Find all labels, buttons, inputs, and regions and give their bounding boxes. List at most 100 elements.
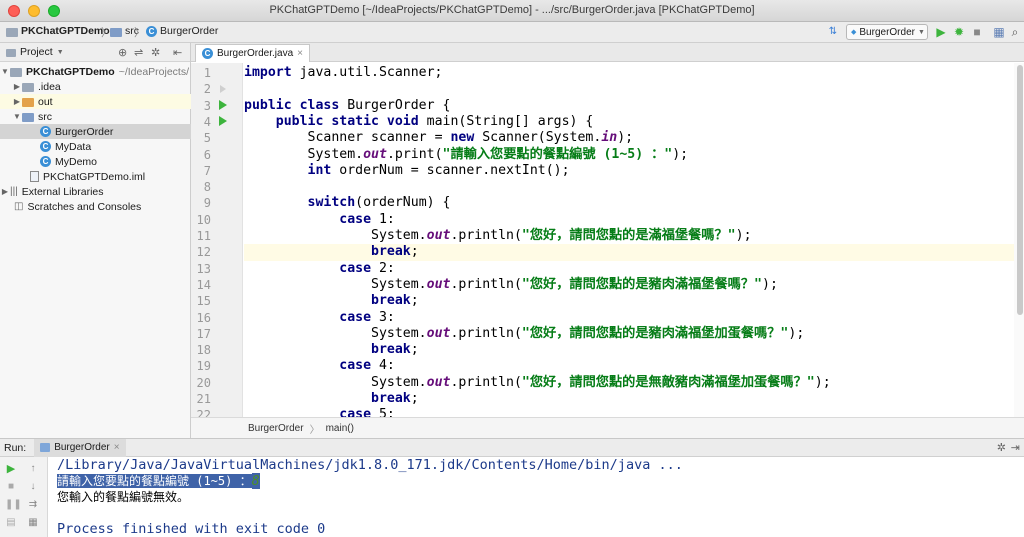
close-icon[interactable]: × xyxy=(297,48,303,59)
code-line-14: System.out.println("您好，請問您點的是豬肉滿福堡餐嗎？"); xyxy=(371,276,778,292)
line-number: 1 xyxy=(203,66,211,80)
rerun-icon[interactable]: ▶ xyxy=(5,463,17,475)
folder-blue-icon xyxy=(22,113,34,122)
hide-panel-icon[interactable]: ⇥ xyxy=(1011,441,1020,454)
hide-panel-icon[interactable]: ⇤ xyxy=(173,46,182,59)
code-line-3: public class BurgerOrder { xyxy=(244,97,451,113)
fold-icon[interactable] xyxy=(220,85,226,93)
line-number: 16 xyxy=(196,310,211,325)
locate-icon[interactable]: ⊕ xyxy=(118,46,127,59)
folder-icon xyxy=(22,83,34,92)
code-line-7: int orderNum = scanner.nextInt(); xyxy=(307,162,570,178)
config-icon: ◆ xyxy=(851,29,857,36)
tree-item-burgerorder[interactable]: C BurgerOrder xyxy=(0,124,191,139)
line-number: 17 xyxy=(196,326,211,341)
code-line-6: System.out.print("請輸入您要點的餐點編號 (1~5) ："); xyxy=(307,146,689,162)
code-line-22: case 5: xyxy=(339,407,395,417)
tree-item-scratches[interactable]: ◫ Scratches and Consoles xyxy=(0,199,191,214)
run-main-gutter-icon[interactable] xyxy=(219,116,227,126)
dump-threads-icon[interactable]: ▤ xyxy=(5,517,17,529)
tab-burgerorder-java[interactable]: C BurgerOrder.java × xyxy=(195,44,310,62)
line-number: 20 xyxy=(196,375,211,390)
editor-scrollbar-thumb[interactable] xyxy=(1017,65,1023,315)
folder-icon xyxy=(6,27,18,37)
project-panel: Project ▼ ⊕ ⇌ ✲ ⇤ ▼ PKChatGPTDemo ~/Idea… xyxy=(0,43,191,438)
console-output[interactable]: /Library/Java/JavaVirtualMachines/jdk1.8… xyxy=(57,457,1017,537)
build-sort-icon[interactable]: ⇅ xyxy=(826,25,840,39)
tree-item-project-root[interactable]: ▼ PKChatGPTDemo ~/IdeaProjects/ xyxy=(0,64,191,79)
tree-item-out[interactable]: ▶ out xyxy=(0,94,191,109)
gear-icon[interactable]: ✲ xyxy=(997,441,1006,454)
code-line-10: case 1: xyxy=(339,211,395,227)
stop-icon[interactable]: ■ xyxy=(5,481,17,493)
code-line-9: switch(orderNum) { xyxy=(307,195,451,211)
breadcrumb-method[interactable]: main() xyxy=(326,423,354,434)
line-number: 6 xyxy=(203,147,211,162)
code-line-1: import java.util.Scanner; xyxy=(244,65,443,80)
navigation-bar: PKChatGPTDemo 〉 src 〉 C BurgerOrder ⇅ ◆ … xyxy=(0,22,1024,43)
code-line-13: case 2: xyxy=(339,260,395,276)
nav-crumb-class[interactable]: C BurgerOrder xyxy=(146,25,218,37)
run-panel: Run: BurgerOrder × ✲ ⇥ ▶ ↑ ■ ↓ ❚❚ ⇉ ▤ ▦ … xyxy=(0,438,1024,537)
code-line-18: break; xyxy=(371,342,419,358)
collapsed-arrow-icon: ▶ xyxy=(1,187,9,196)
line-number: 9 xyxy=(203,196,211,211)
run-tab-burgerorder[interactable]: BurgerOrder × xyxy=(34,438,126,457)
line-number: 21 xyxy=(196,392,211,406)
line-number: 7 xyxy=(203,163,211,178)
expanded-arrow-icon: ▼ xyxy=(1,67,9,76)
tree-item-external-libraries[interactable]: ▶ ||| External Libraries xyxy=(0,184,191,199)
print-icon[interactable]: ▦ xyxy=(27,517,39,529)
scroll-down-icon[interactable]: ↓ xyxy=(27,481,39,493)
collapse-icon[interactable]: ⇌ xyxy=(134,46,143,59)
code-line-19: case 4: xyxy=(339,358,395,374)
tree-item-mydemo[interactable]: C MyDemo xyxy=(0,154,191,169)
java-class-icon: C xyxy=(40,141,51,152)
code-line-15: break; xyxy=(371,293,419,309)
app-icon xyxy=(40,443,51,452)
search-icon[interactable]: ⌕ xyxy=(1008,25,1022,39)
close-icon[interactable]: × xyxy=(114,442,120,453)
project-view-icon xyxy=(6,49,16,57)
tree-item-iml[interactable]: PKChatGPTDemo.iml xyxy=(0,169,191,184)
run-class-gutter-icon[interactable] xyxy=(219,100,227,110)
console-prompt: 請輸入您要點的餐點編號 (1~5) ： xyxy=(57,474,252,488)
chevron-down-icon[interactable]: ▼ xyxy=(57,49,64,56)
window-title: PKChatGPTDemo [~/IdeaProjects/PKChatGPTD… xyxy=(269,4,755,16)
pause-icon[interactable]: ❚❚ xyxy=(5,499,22,511)
nav-crumb-project[interactable]: PKChatGPTDemo xyxy=(6,25,110,37)
scroll-up-icon[interactable]: ↑ xyxy=(27,463,39,475)
code-line-21: break; xyxy=(371,391,419,406)
line-number: 19 xyxy=(196,359,211,374)
tree-item-mydata[interactable]: C MyData xyxy=(0,139,191,154)
console-invalid-message: 您輸入的餐點編號無效。 xyxy=(57,490,190,504)
tree-item-idea[interactable]: ▶ .idea xyxy=(0,79,191,94)
breadcrumb-class[interactable]: BurgerOrder xyxy=(248,423,304,434)
run-config-select[interactable]: ◆ BurgerOrder ▼ xyxy=(846,24,928,40)
iml-file-icon xyxy=(30,171,39,182)
run-icon[interactable]: ▶ xyxy=(934,25,948,39)
code-line-12: break; xyxy=(244,244,1014,261)
gear-icon[interactable]: ✲ xyxy=(151,46,160,59)
line-number: 3 xyxy=(203,98,211,113)
stop-icon[interactable]: ■ xyxy=(970,25,984,39)
code-editor[interactable]: import java.util.Scanner; public class B… xyxy=(244,63,1014,417)
java-class-icon: C xyxy=(146,25,157,37)
line-number: 12 xyxy=(196,245,211,260)
tree-item-src[interactable]: ▼ src xyxy=(0,109,191,124)
breadcrumb-separator: 〉 xyxy=(309,424,320,436)
editor-breadcrumb: BurgerOrder 〉 main() xyxy=(191,417,1024,438)
console-java-path: /Library/Java/JavaVirtualMachines/jdk1.8… xyxy=(57,457,683,473)
folder-icon xyxy=(10,68,22,77)
line-number: 10 xyxy=(196,212,211,227)
collapsed-arrow-icon: ▶ xyxy=(13,97,21,106)
code-line-20: System.out.println("您好，請問您點的是無敵豬肉滿福堡加蛋餐嗎… xyxy=(371,374,831,390)
editor-panel: C BurgerOrder.java × 1 2 3 4 5 6 7 8 9 1… xyxy=(191,43,1024,438)
project-view-selector[interactable]: Project xyxy=(20,46,53,58)
debug-icon[interactable]: ✹ xyxy=(952,25,966,39)
project-structure-icon[interactable]: ▦ xyxy=(992,25,1006,39)
soft-wrap-icon[interactable]: ⇉ xyxy=(27,499,39,511)
run-panel-header: Run: BurgerOrder × ✲ ⇥ xyxy=(0,438,1024,457)
